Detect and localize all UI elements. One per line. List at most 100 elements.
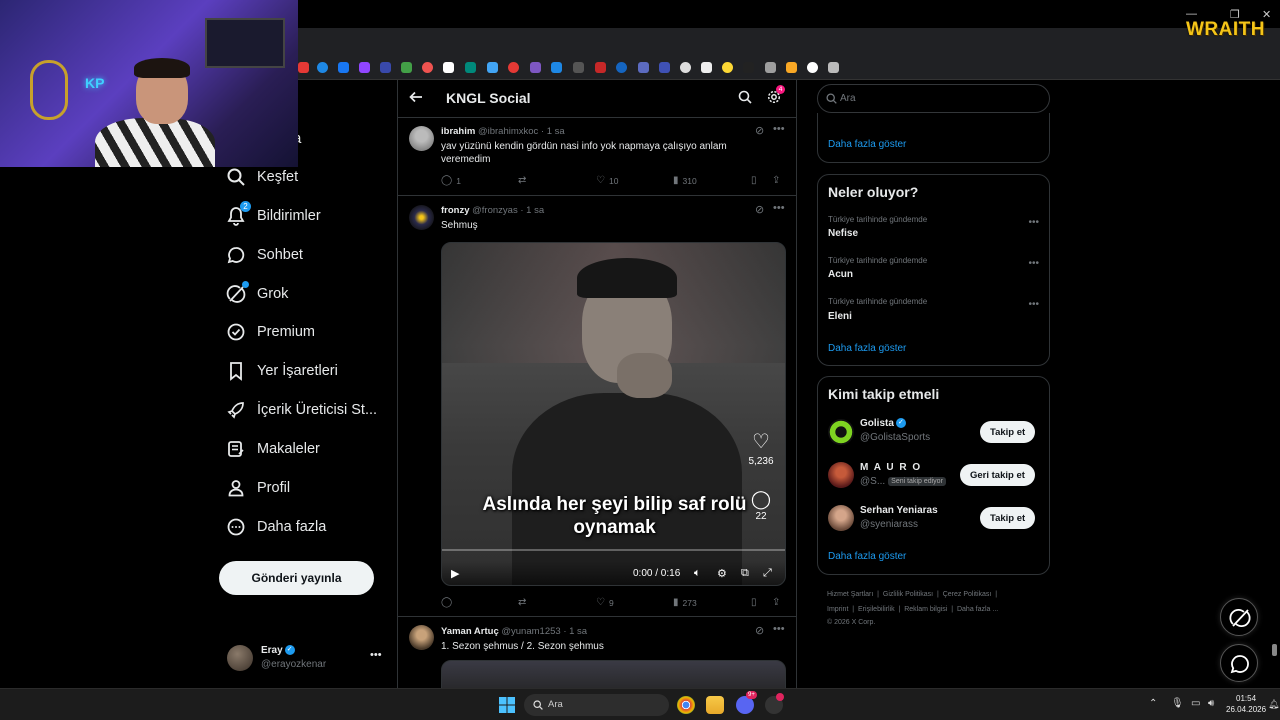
show-more-link[interactable]: Daha fazla göster: [828, 139, 906, 150]
golista-avatar[interactable]: [828, 419, 854, 445]
views-button[interactable]: ▮ 310: [673, 175, 697, 186]
footer-link[interactable]: Hizmet Şartları: [827, 591, 873, 598]
grok-app-icon[interactable]: [765, 693, 784, 714]
tweet-media-preview[interactable]: [441, 660, 786, 688]
play-icon[interactable]: ▶: [451, 567, 459, 580]
footer-link[interactable]: Çerez Politikası: [943, 591, 992, 598]
settings-gear-icon[interactable]: 4: [767, 85, 785, 104]
like-button[interactable]: ♡ 10: [596, 175, 618, 186]
file-explorer-icon[interactable]: [706, 696, 724, 714]
notification-bell-icon[interactable]: 🔔︎: [1268, 699, 1279, 710]
bookmark-icon-26[interactable]: [828, 62, 839, 73]
messages-fab[interactable]: [1220, 644, 1258, 682]
grok-icon[interactable]: ⊘: [755, 624, 764, 637]
bookmark-icon-11[interactable]: [508, 62, 519, 73]
more-dots-icon[interactable]: •••: [773, 623, 785, 635]
nav-item-articles[interactable]: Makaleler: [226, 437, 320, 461]
microphone-icon[interactable]: 🎙︎: [1171, 698, 1184, 709]
nav-item-grok[interactable]: Grok: [226, 281, 288, 306]
bookmark-icon-10[interactable]: [487, 62, 498, 73]
footer-link[interactable]: Erişilebilirlik: [858, 606, 895, 613]
pip-icon[interactable]: ⧉: [741, 567, 749, 580]
share-button[interactable]: ⇪: [772, 597, 784, 608]
who-name[interactable]: Serhan Yeniaras: [860, 505, 938, 516]
volume-icon[interactable]: 🔊︎: [1208, 698, 1214, 709]
bookmark-icon-8[interactable]: [443, 62, 454, 73]
bookmark-icon-20[interactable]: [701, 62, 712, 73]
repost-button[interactable]: ⇄: [518, 175, 530, 186]
show-more-link[interactable]: Daha fazla göster: [828, 343, 906, 354]
follow-button[interactable]: Takip et: [980, 421, 1036, 443]
bookmark-icon-19[interactable]: [680, 62, 691, 73]
nav-item-explore[interactable]: Keşfet: [226, 165, 298, 189]
grok-fab[interactable]: [1220, 598, 1258, 636]
tweet-author-name[interactable]: Yaman Artuç: [441, 626, 499, 637]
bookmark-icon-6[interactable]: [401, 62, 412, 73]
bookmark-icon-23[interactable]: [765, 62, 776, 73]
back-arrow-icon[interactable]: [408, 89, 424, 105]
more-dots-icon[interactable]: •••: [773, 123, 785, 135]
nav-item-creator-studio[interactable]: İçerik Üreticisi St...: [226, 398, 377, 422]
grok-icon[interactable]: ⊘: [755, 203, 764, 216]
footer-link[interactable]: Gizlilik Politikası: [883, 591, 933, 598]
bookmark-icon-2[interactable]: [317, 62, 328, 73]
show-more-link[interactable]: Daha fazla göster: [828, 551, 906, 562]
repost-button[interactable]: ⇄: [518, 597, 530, 608]
bookmark-icon-7[interactable]: [422, 62, 433, 73]
more-dots-icon[interactable]: •••: [1028, 258, 1039, 269]
discord-icon[interactable]: 9+: [736, 691, 757, 714]
reply-button[interactable]: ◯: [441, 597, 456, 608]
video-progress-bar[interactable]: [442, 549, 785, 551]
taskbar-clock[interactable]: 01:54 26.04.2026: [1226, 693, 1266, 715]
windows-start-icon[interactable]: [499, 697, 515, 713]
views-button[interactable]: ▮ 273: [673, 597, 697, 608]
tweet[interactable]: fronzy @fronzyas · 1 sa ⊘ ••• Sehmuş ♡ 5…: [398, 197, 796, 617]
bookmark-icon-21[interactable]: [722, 62, 733, 73]
bookmark-icon-3[interactable]: [338, 62, 349, 73]
share-button[interactable]: ⇪: [772, 175, 784, 186]
footer-link[interactable]: Reklam bilgisi: [904, 606, 947, 613]
tweet-handle[interactable]: @yunam1253: [501, 626, 560, 637]
scrollbar[interactable]: [1271, 82, 1278, 688]
chrome-icon[interactable]: [677, 696, 695, 714]
tweet-author-name[interactable]: fronzy: [441, 205, 470, 216]
video-player[interactable]: ♡ 5,236 ◯ 22 Aslında her şeyi bilip saf …: [441, 242, 786, 586]
tweet[interactable]: Yaman Artuç @yunam1253 · 1 sa ⊘ ••• 1. S…: [398, 618, 796, 688]
taskbar-search[interactable]: Ara: [524, 694, 669, 716]
tweet[interactable]: ibrahim @ibrahimxkoc · 1 sa ⊘ ••• yav yü…: [398, 118, 796, 196]
nav-item-notifications[interactable]: 2 Bildirimler: [226, 201, 321, 228]
settings-gear-icon[interactable]: ⚙: [717, 567, 727, 580]
more-dots-icon[interactable]: •••: [370, 649, 382, 661]
tweet-avatar[interactable]: [409, 625, 434, 650]
bookmark-icon-12[interactable]: [530, 62, 541, 73]
scrollbar-thumb[interactable]: [1272, 644, 1277, 656]
search-icon[interactable]: [738, 90, 752, 104]
tray-chevron-icon[interactable]: ⌃: [1149, 698, 1157, 709]
bookmark-button[interactable]: ▯: [751, 175, 761, 186]
more-dots-icon[interactable]: •••: [1028, 299, 1039, 310]
bookmark-button[interactable]: ▯: [751, 597, 761, 608]
post-button[interactable]: Gönderi yayınla: [219, 561, 374, 595]
tweet-handle[interactable]: @ibrahimxkoc: [478, 126, 538, 137]
bookmark-icon-18[interactable]: [659, 62, 670, 73]
bookmark-icon-14[interactable]: [573, 62, 584, 73]
bookmark-icon-25[interactable]: [807, 62, 818, 73]
tweet-avatar[interactable]: [409, 205, 434, 230]
bookmark-icon-9[interactable]: [465, 62, 476, 73]
search-input[interactable]: Ara: [817, 84, 1050, 113]
volume-icon[interactable]: 🔈︎: [694, 567, 701, 580]
who-name[interactable]: M A U R O: [860, 462, 922, 473]
bookmark-icon-22[interactable]: [743, 62, 754, 73]
tweet-author-name[interactable]: ibrahim: [441, 126, 475, 137]
more-dots-icon[interactable]: •••: [773, 202, 785, 214]
bookmark-icon-16[interactable]: [616, 62, 627, 73]
follow-button[interactable]: Takip et: [980, 507, 1036, 529]
nav-item-bookmarks[interactable]: Yer İşaretleri: [226, 359, 338, 383]
like-button[interactable]: ♡ 9: [596, 597, 614, 608]
bookmark-icon-15[interactable]: [595, 62, 606, 73]
bookmark-icon-24[interactable]: [786, 62, 797, 73]
grok-icon[interactable]: ⊘: [755, 124, 764, 137]
nav-item-more[interactable]: Daha fazla: [226, 515, 326, 539]
network-icon[interactable]: ▭: [1191, 698, 1200, 709]
footer-link[interactable]: Daha fazla ...: [957, 606, 998, 613]
